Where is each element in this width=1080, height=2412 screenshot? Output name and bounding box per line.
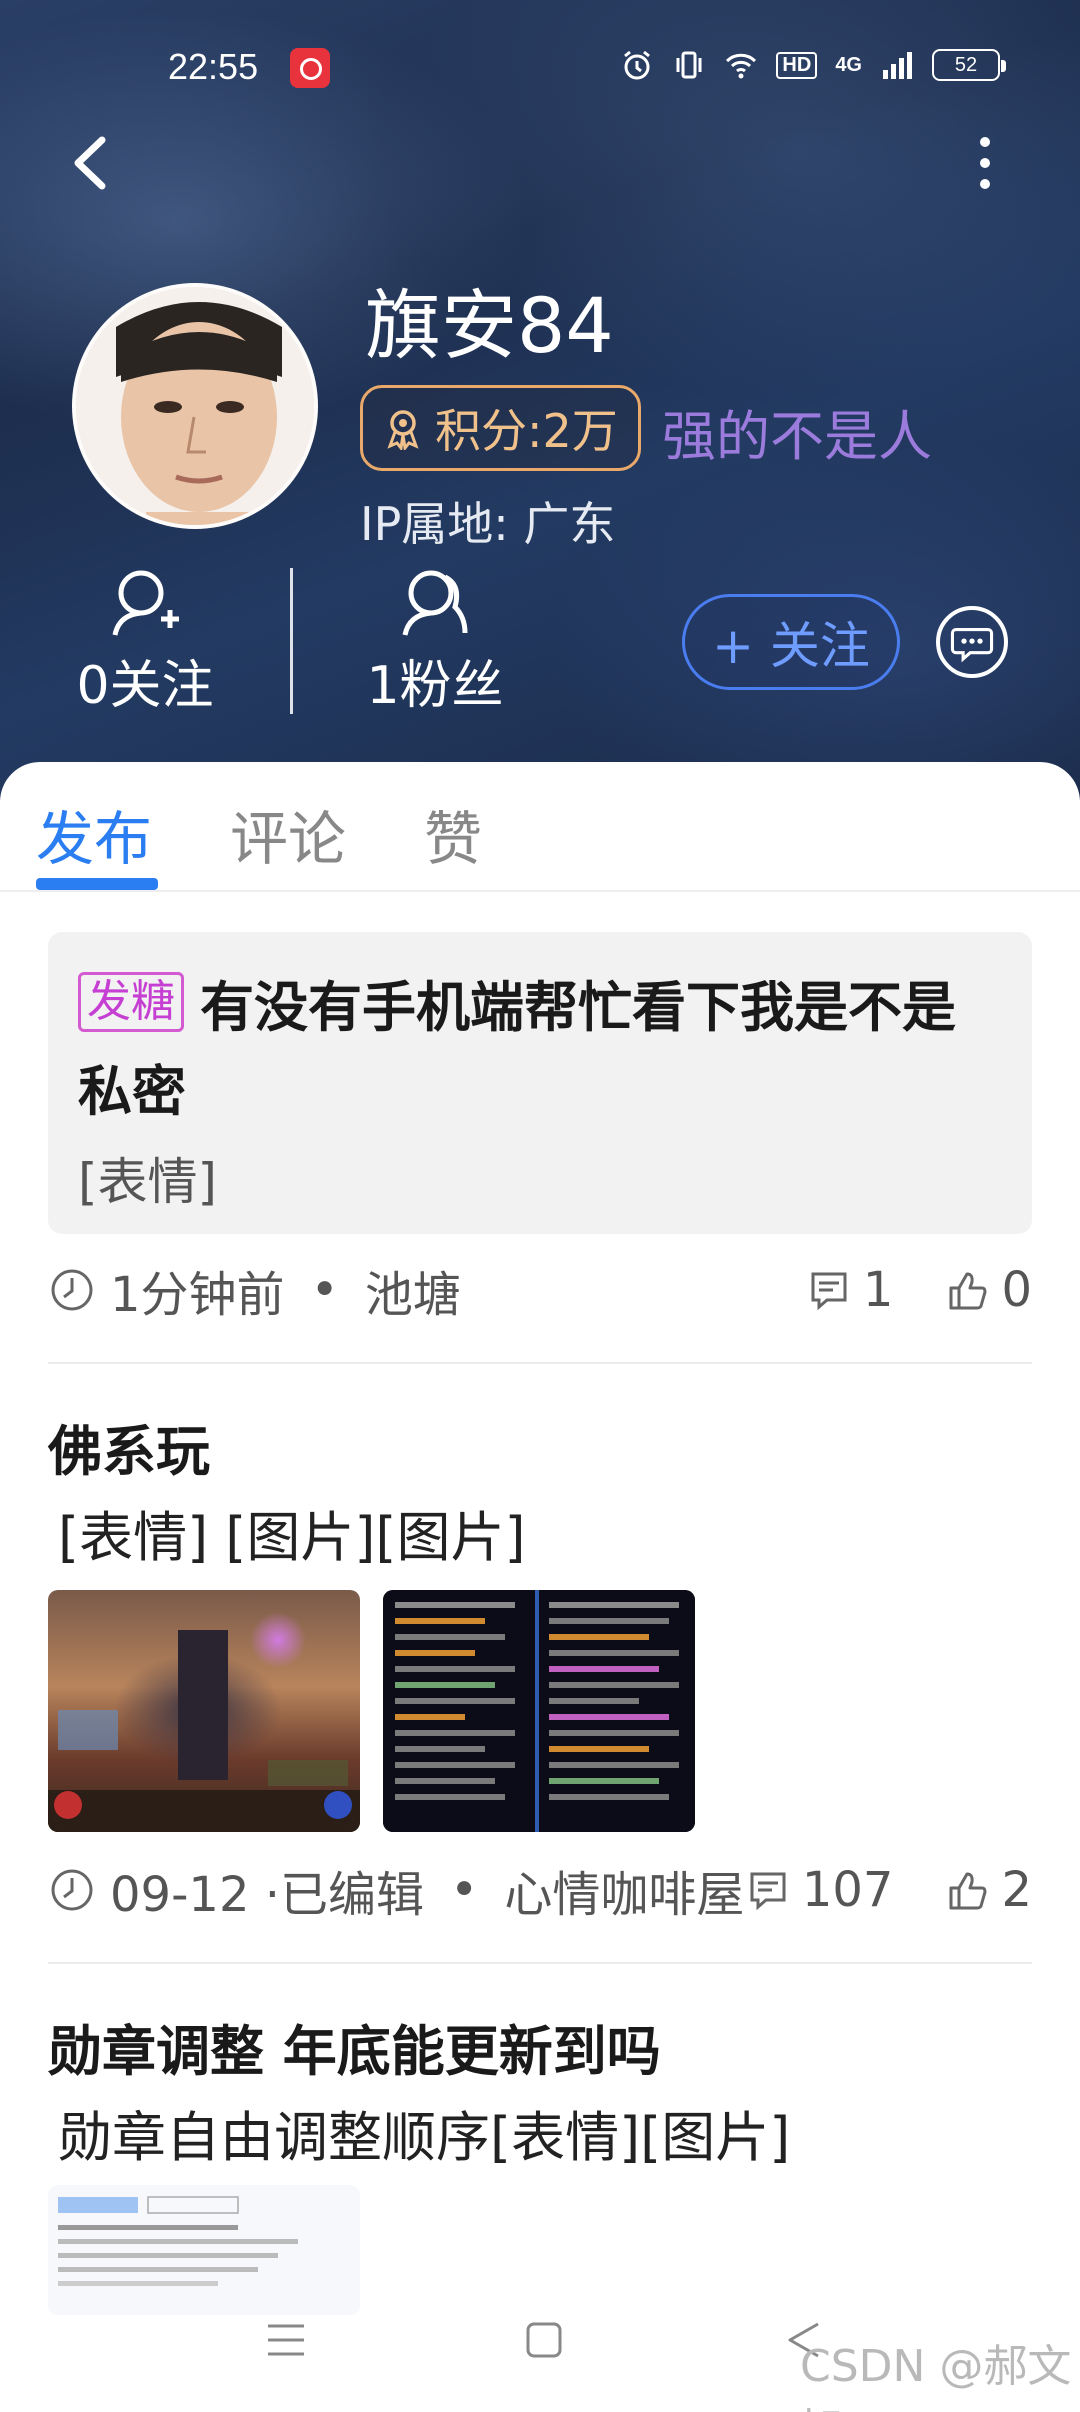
more-options-icon[interactable] <box>960 128 1010 198</box>
following-icon <box>112 570 179 636</box>
like-count: 0 <box>1001 1262 1032 1318</box>
post-body: 勋章自由调整顺序[表情][图片] <box>58 2106 791 2169</box>
post-meta: 1分钟前 • 池塘 1 0 <box>48 1255 1032 1325</box>
post-image[interactable] <box>383 1590 695 1832</box>
points-label: 积分:2万 <box>435 404 618 458</box>
avatar[interactable] <box>72 283 318 529</box>
tab-comments[interactable]: 评论 <box>230 792 346 876</box>
game-screenshot <box>48 1630 360 1832</box>
divider <box>48 1362 1032 1364</box>
like-icon[interactable] <box>945 1868 989 1912</box>
following-stat[interactable]: 0关注 <box>25 565 265 716</box>
status-time: 22:55 <box>168 46 259 87</box>
user-motto: 强的不是人 <box>662 405 932 468</box>
post-title[interactable]: 勋章调整 年底能更新到吗 <box>48 2007 661 2086</box>
vibrate-icon <box>676 51 702 79</box>
post-channel[interactable]: 心情咖啡屋 <box>504 1855 744 1925</box>
username: 旗安84 <box>365 281 614 370</box>
stats-divider <box>290 568 293 714</box>
followers-label: 1粉丝 <box>366 656 504 716</box>
like-icon[interactable] <box>945 1268 989 1312</box>
clock-icon <box>51 1269 93 1311</box>
signal-label: 4G <box>835 53 862 76</box>
tab-posts[interactable]: 发布 <box>36 792 152 876</box>
points-badge[interactable]: 积分:2万 <box>360 385 641 471</box>
comment-count: 1 <box>862 1262 894 1318</box>
post-card[interactable]: 有没有手机端帮忙看下我是不是私密 发糖 [表情] <box>48 932 1032 1234</box>
menu-nav-icon[interactable] <box>266 2320 306 2360</box>
home-nav-icon[interactable] <box>524 2320 564 2360</box>
post-time: 09-12 ·已编辑 <box>110 1867 424 1923</box>
active-tab-indicator <box>36 878 158 890</box>
hd-badge: HD <box>776 51 818 79</box>
music-app-icon <box>290 48 330 88</box>
meta-dot: • <box>310 1262 339 1318</box>
wifi-icon <box>726 53 757 79</box>
followers-stat[interactable]: 1粉丝 <box>315 565 555 716</box>
follow-button[interactable]: + 关注 <box>682 594 900 690</box>
comment-icon[interactable] <box>746 1868 790 1912</box>
back-arrow-icon[interactable] <box>60 128 120 198</box>
post-stats: 1 0 <box>807 1255 1032 1325</box>
post-time: 1分钟前 <box>110 1267 285 1323</box>
post-title[interactable]: 佛系玩 <box>48 1407 210 1486</box>
post-image[interactable] <box>48 1590 360 1832</box>
status-bar: 22:55 HD 4G 52 <box>0 40 1080 100</box>
content-panel: 发布 评论 赞 有没有手机端帮忙看下我是不是私密 发糖 [表情] 1分钟前 • … <box>0 762 1080 2412</box>
status-icons: HD 4G 52 <box>620 48 1006 82</box>
post-meta: 09-12 ·已编辑 • 心情咖啡屋 107 2 <box>48 1855 1032 1925</box>
divider <box>48 1962 1032 1964</box>
medal-icon <box>387 410 419 450</box>
tab-likes[interactable]: 赞 <box>424 792 482 876</box>
ip-location: IP属地: 广东 <box>360 497 616 551</box>
followers-icon <box>402 570 468 636</box>
alarm-icon <box>624 50 651 80</box>
post-stats: 107 2 <box>746 1855 1032 1925</box>
post-body: [表情] <box>78 1153 218 1211</box>
tab-bar: 发布 评论 赞 <box>0 762 1080 892</box>
message-icon[interactable] <box>936 606 1008 678</box>
clock-icon <box>51 1869 93 1911</box>
like-count: 2 <box>1001 1862 1032 1918</box>
battery-indicator: 52 <box>932 49 1006 81</box>
item-stats-screenshot <box>383 1590 695 1832</box>
watermark: CSDN @郝文旭 <box>800 2341 1072 2412</box>
avatar-portrait <box>76 287 314 525</box>
post-channel[interactable]: 池塘 <box>365 1255 461 1325</box>
comment-icon[interactable] <box>807 1268 851 1312</box>
post-title: 有没有手机端帮忙看下我是不是私密 <box>78 976 956 1123</box>
following-label: 0关注 <box>76 656 214 716</box>
comment-count: 107 <box>801 1862 894 1918</box>
signal-bars-icon <box>883 52 912 79</box>
profile-header: 22:55 HD 4G 52 旗安84 积分:2万 强的不是人 IP属地: 广东… <box>0 0 1080 800</box>
post-tag: 发糖 <box>78 972 184 1032</box>
meta-dot: • <box>450 1862 479 1918</box>
post-body: [表情] [图片][图片] <box>58 1506 526 1569</box>
